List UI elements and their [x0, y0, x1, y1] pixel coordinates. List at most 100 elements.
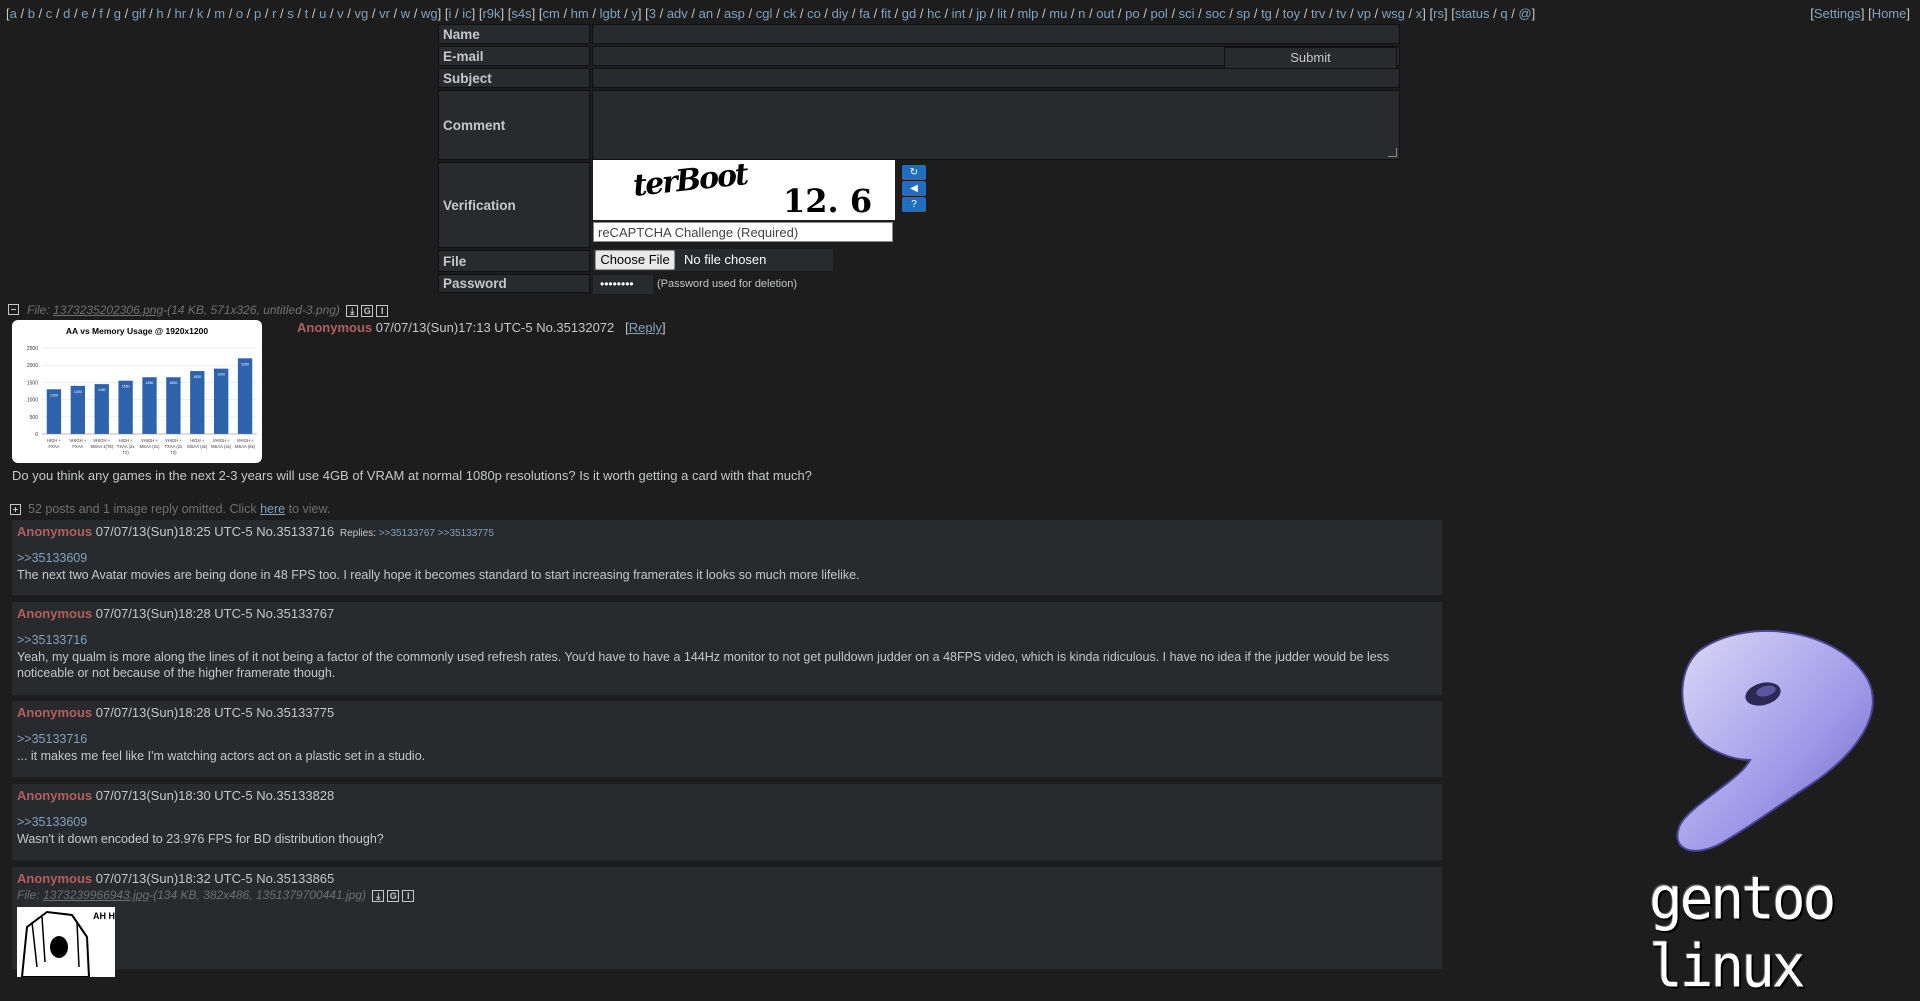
board-link-asp[interactable]: asp	[724, 6, 745, 21]
op-file-prefix: File:	[27, 303, 54, 317]
x-tick-label: HIGH +	[119, 438, 134, 443]
board-link-gd[interactable]: gd	[902, 6, 916, 21]
board-link-fa[interactable]: fa	[859, 6, 870, 21]
x-tick-label: TXAA (2x	[117, 444, 136, 449]
board-link-trv[interactable]: trv	[1311, 6, 1325, 21]
password-field[interactable]: ••••••••	[593, 275, 653, 294]
captcha-reload-icon[interactable]: ↻	[902, 165, 926, 180]
post-number[interactable]: No.35133828	[256, 788, 334, 803]
board-link-r9k[interactable]: r9k	[482, 6, 500, 21]
reply-header: Anonymous 07/07/13(Sun)18:32 UTC-5 No.35…	[17, 871, 1437, 886]
board-link-pol[interactable]: pol	[1150, 6, 1167, 21]
reply-image-thumbnail[interactable]: AH HA HA HA HA	[17, 907, 115, 977]
captcha-help-icon[interactable]: ?	[902, 197, 926, 212]
board-link-toy[interactable]: toy	[1283, 6, 1300, 21]
board-link-hc[interactable]: hc	[927, 6, 941, 21]
iqdb-icon[interactable]: I	[376, 304, 389, 317]
backlinks-label: Replies:	[339, 528, 377, 539]
board-link-po[interactable]: po	[1125, 6, 1139, 21]
board-link-cm[interactable]: cm	[542, 6, 559, 21]
captcha-input[interactable]: reCAPTCHA Challenge (Required)	[593, 222, 893, 242]
board-link-lit[interactable]: lit	[997, 6, 1006, 21]
name-field[interactable]	[592, 24, 1400, 44]
post-number[interactable]: No.35133716	[256, 524, 334, 539]
board-link-wg[interactable]: wg	[421, 6, 438, 21]
hide-thread-icon[interactable]	[8, 304, 19, 315]
poster-name: Anonymous	[17, 524, 93, 539]
board-link-an[interactable]: an	[699, 6, 713, 21]
chart-svg: AA vs Memory Usage @ 1920x1200 2500 2000 15…	[27, 326, 257, 455]
board-link-g[interactable]: g	[114, 6, 121, 21]
board-link-tg[interactable]: tg	[1261, 6, 1272, 21]
nav-settings-link[interactable]: Settings	[1814, 6, 1861, 21]
board-link-sci[interactable]: sci	[1179, 6, 1195, 21]
board-link-mu[interactable]: mu	[1049, 6, 1067, 21]
download-icon[interactable]: ⤓	[346, 304, 359, 317]
board-link-diy[interactable]: diy	[832, 6, 849, 21]
board-link-at[interactable]: @	[1518, 6, 1531, 21]
board-link-hr[interactable]: hr	[174, 6, 186, 21]
board-link-hm[interactable]: hm	[571, 6, 589, 21]
expand-thread-icon[interactable]	[10, 504, 21, 515]
backlink[interactable]: >>35133767 >>35133775	[379, 528, 494, 539]
x-tick-label: MSAA (4x)	[211, 444, 232, 449]
subject-field[interactable]	[592, 68, 1400, 88]
board-link-rs[interactable]: rs	[1433, 6, 1444, 21]
board-link-wsg[interactable]: wsg	[1382, 6, 1405, 21]
chart-bar	[142, 377, 157, 434]
download-icon[interactable]: ⤓	[372, 889, 385, 902]
board-link-vp[interactable]: vp	[1357, 6, 1371, 21]
op-image-thumbnail[interactable]: AA vs Memory Usage @ 1920x1200 2500 2000 15…	[12, 320, 262, 463]
comment-field[interactable]	[592, 90, 1400, 160]
board-link-lgbt[interactable]: lgbt	[600, 6, 621, 21]
board-link-q[interactable]: q	[1500, 6, 1507, 21]
board-link-3[interactable]: 3	[649, 6, 656, 21]
resize-grip[interactable]	[1388, 148, 1397, 157]
google-search-icon[interactable]: G	[387, 889, 400, 902]
post-number[interactable]: No.35132072	[536, 320, 614, 335]
post-number[interactable]: No.35133775	[256, 705, 334, 720]
board-link-m[interactable]: m	[214, 6, 225, 21]
board-link-cgl[interactable]: cgl	[756, 6, 773, 21]
submit-button[interactable]: Submit	[1224, 47, 1397, 69]
board-link-co[interactable]: co	[807, 6, 821, 21]
post-number[interactable]: No.35133767	[256, 606, 334, 621]
post-number[interactable]: No.35133865	[256, 871, 334, 886]
board-link-soc[interactable]: soc	[1205, 6, 1225, 21]
chart-bar	[214, 368, 229, 434]
quote-link[interactable]: >>35133609	[17, 815, 1437, 829]
nav-home-link[interactable]: Home	[1872, 6, 1907, 21]
quote-link[interactable]: >>35133609	[17, 551, 1437, 565]
board-link-b[interactable]: b	[28, 6, 35, 21]
board-link-ck[interactable]: ck	[783, 6, 796, 21]
quote-link[interactable]: >>35133716	[17, 732, 1437, 746]
board-link-jp[interactable]: jp	[976, 6, 986, 21]
board-link-int[interactable]: int	[952, 6, 966, 21]
board-link-sp[interactable]: sp	[1236, 6, 1250, 21]
board-link-gif[interactable]: gif	[132, 6, 146, 21]
view-thread-link[interactable]: here	[260, 502, 285, 516]
reply-link[interactable]: Reply	[629, 320, 662, 335]
board-link-fit[interactable]: fit	[881, 6, 891, 21]
board-link-mlp[interactable]: mlp	[1017, 6, 1038, 21]
op-file-link[interactable]: 1373235202306.png	[53, 303, 163, 317]
reply-file-link[interactable]: 1373239966943.jpg	[43, 888, 149, 902]
board-link-h[interactable]: h	[156, 6, 163, 21]
subject-label: Subject	[438, 68, 590, 88]
board-link-vg[interactable]: vg	[355, 6, 369, 21]
board-link-w[interactable]: w	[401, 6, 410, 21]
board-link-status[interactable]: status	[1455, 6, 1490, 21]
board-link-tv[interactable]: tv	[1336, 6, 1346, 21]
board-link-s4s[interactable]: s4s	[511, 6, 531, 21]
captcha-audio-icon[interactable]: ◀	[902, 181, 926, 196]
quote-link[interactable]: >>35133716	[17, 633, 1437, 647]
board-link-ic[interactable]: ic	[462, 6, 471, 21]
board-link-a[interactable]: a	[10, 6, 17, 21]
choose-file-button[interactable]: Choose File	[595, 250, 675, 270]
google-search-icon[interactable]: G	[361, 304, 374, 317]
board-link-vr[interactable]: vr	[379, 6, 390, 21]
board-link-out[interactable]: out	[1096, 6, 1114, 21]
iqdb-icon[interactable]: I	[402, 889, 415, 902]
board-nav: [a / b / c / d / e / f / g / gif / h / h…	[6, 6, 1910, 21]
board-link-adv[interactable]: adv	[667, 6, 688, 21]
